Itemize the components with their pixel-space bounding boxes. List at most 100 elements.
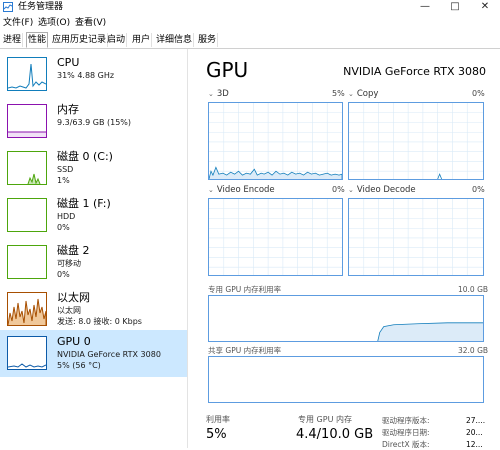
engine-copy-plot [349,103,483,179]
menu-options[interactable]: 选项(O) [38,16,70,30]
title-bar: 任务管理器 — □ ✕ [0,0,500,15]
sidebar-item-disk-2[interactable]: 磁盘 2 可移动 0% [0,239,187,286]
memory-mini-graph [8,131,46,137]
sidebar-item-label: GPU 0 [57,335,91,348]
engine-video-encode-selector[interactable]: ⌄ Video Encode [208,185,275,195]
sidebar-item-detail: SSD [57,165,74,174]
utilization-label: 利用率 [206,415,230,424]
sidebar-item-label: 磁盘 2 [57,244,90,257]
sidebar-item-usage: 5% (56 °C) [57,361,101,370]
gpu-detail-panel: GPU NVIDIA GeForce RTX 3080 ⌄ 3D 5% ⌄ Copy… [188,49,500,449]
menu-file[interactable]: 文件(F) [3,16,33,30]
tab-processes[interactable]: 进程 [2,33,24,47]
chevron-down-icon: ⌄ [348,186,354,194]
engine-video-encode-percent: 0% [332,185,345,194]
engine-3d-plot [209,103,342,179]
disk-0-thumbnail [7,151,47,185]
dedicated-gpu-memory-label: 专用 GPU 内存 [298,415,352,424]
ethernet-mini-graph [7,298,47,326]
memory-thumbnail [7,104,47,138]
driver-date-value: 20... [466,428,483,437]
sidebar-item-ethernet[interactable]: 以太网 以太网 发送: 8.0 接收: 0 Kbps [0,286,187,333]
ethernet-thumbnail [7,292,47,326]
driver-version-value: 27.... [466,416,486,425]
sidebar-item-detail: HDD [57,212,76,221]
directx-version-label: DirectX 版本: [382,440,430,449]
sidebar-item-label: CPU [57,56,80,69]
sidebar-item-memory[interactable]: 内存 9.3/63.9 GB (15%) [0,98,187,145]
sidebar-item-label: 以太网 [57,291,90,304]
disk-2-thumbnail [7,245,47,279]
engine-3d-label: 3D [216,89,229,99]
sidebar-item-usage: 1% [57,176,70,185]
engine-video-decode-selector[interactable]: ⌄ Video Decode [348,185,416,195]
dedicated-memory-label: 专用 GPU 内存利用率 [208,285,282,294]
tab-startup[interactable]: 启动 [106,33,128,47]
sidebar-item-gpu-0[interactable]: GPU 0 NVIDIA GeForce RTX 3080 5% (56 °C) [0,330,187,377]
cpu-mini-graph [7,63,47,89]
dedicated-memory-plot [209,322,483,341]
engine-video-decode-label: Video Decode [356,185,416,195]
resource-sidebar: CPU 31% 4.88 GHz 内存 9.3/63.9 GB (15%) 磁盘… [0,49,188,448]
sidebar-item-detail: 9.3/63.9 GB (15%) [57,118,132,127]
utilization-value: 5% [206,427,227,442]
menu-bar: 文件(F) 选项(O) 查看(V) [0,15,500,31]
gpu-model-name: NVIDIA GeForce RTX 3080 [343,65,486,78]
gpu-0-mini-graph [7,363,47,368]
minimize-button[interactable]: — [410,0,440,15]
shared-memory-max: 32.0 GB [458,346,489,355]
shared-memory-graph [208,356,484,403]
engine-copy-selector[interactable]: ⌄ Copy [348,89,378,99]
sidebar-item-usage: 0% [57,270,70,279]
engine-video-encode-graph [208,198,343,276]
sidebar-item-detail: 可移动 [57,259,81,268]
menu-view[interactable]: 查看(V) [75,16,106,30]
driver-date-label: 驱动程序日期: [382,428,430,437]
tab-bar: 进程 性能 应用历史记录 启动 用户 详细信息 服务 [0,31,500,49]
tab-details[interactable]: 详细信息 [155,33,195,47]
close-button[interactable]: ✕ [470,0,500,15]
tab-performance[interactable]: 性能 [26,32,49,48]
page-title: GPU [206,58,249,82]
tab-services[interactable]: 服务 [197,33,219,47]
engine-3d-selector[interactable]: ⌄ 3D [208,89,229,99]
engine-video-decode-percent: 0% [472,185,485,194]
engine-copy-graph [348,102,484,180]
engine-video-decode-plot [349,199,483,275]
disk-0-mini-graph [27,173,41,185]
engine-3d-percent: 5% [332,89,345,98]
sidebar-item-label: 内存 [57,103,79,116]
sidebar-item-detail: 以太网 [57,306,81,315]
dedicated-memory-graph [208,295,484,342]
tab-users[interactable]: 用户 [131,33,153,47]
sidebar-item-detail: NVIDIA GeForce RTX 3080 [57,350,161,359]
engine-video-encode-plot [209,199,342,275]
sidebar-item-cpu[interactable]: CPU 31% 4.88 GHz [0,51,187,98]
engine-copy-percent: 0% [472,89,485,98]
window-title: 任务管理器 [18,2,64,12]
chevron-down-icon: ⌄ [208,90,214,98]
sidebar-item-disk-1[interactable]: 磁盘 1 (F:) HDD 0% [0,192,187,239]
dedicated-gpu-memory-value: 4.4/10.0 GB [296,427,374,442]
maximize-button[interactable]: □ [440,0,470,15]
engine-copy-label: Copy [356,89,379,99]
engine-video-decode-graph [348,198,484,276]
sidebar-item-usage: 0% [57,223,70,232]
chevron-down-icon: ⌄ [208,186,214,194]
shared-memory-label: 共享 GPU 内存利用率 [208,346,282,355]
driver-version-label: 驱动程序版本: [382,416,430,425]
directx-version-value: 12... [466,440,483,449]
engine-3d-graph [208,102,343,180]
gpu-0-thumbnail [7,336,47,370]
sidebar-item-usage: 发送: 8.0 接收: 0 Kbps [57,317,142,326]
engine-video-encode-label: Video Encode [216,185,275,195]
task-manager-icon [3,2,13,12]
sidebar-item-label: 磁盘 1 (F:) [57,197,111,210]
chevron-down-icon: ⌄ [348,90,354,98]
sidebar-item-detail: 31% 4.88 GHz [57,71,115,80]
sidebar-item-label: 磁盘 0 (C:) [57,150,113,163]
tab-app-history[interactable]: 应用历史记录 [51,33,109,47]
dedicated-memory-max: 10.0 GB [458,285,489,294]
disk-1-thumbnail [7,198,47,232]
sidebar-item-disk-0[interactable]: 磁盘 0 (C:) SSD 1% [0,145,187,192]
